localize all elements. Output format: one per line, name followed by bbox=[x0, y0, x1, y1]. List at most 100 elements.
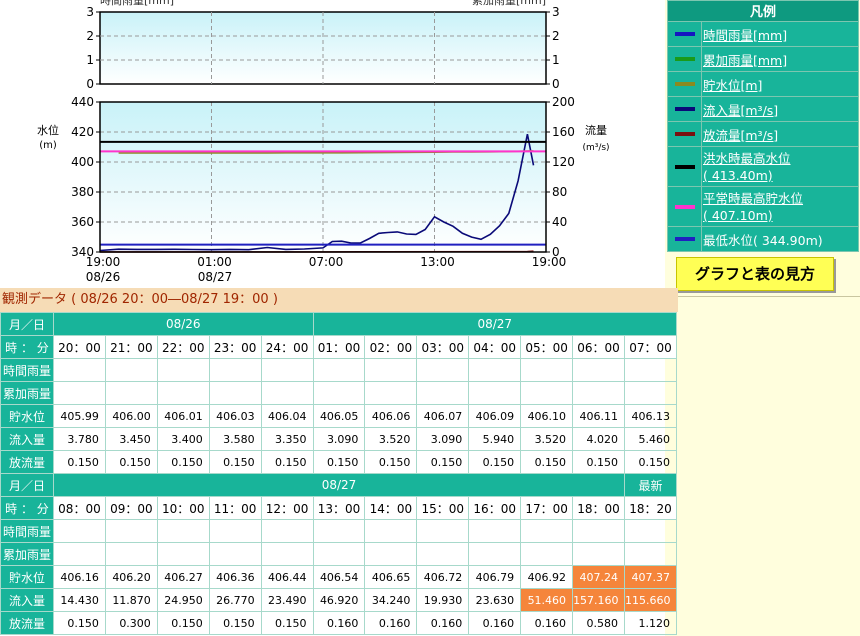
time-cell: 23：00 bbox=[208, 335, 262, 359]
hourly-rain-cell bbox=[416, 519, 470, 543]
level-cell: 406.04 bbox=[260, 404, 314, 428]
outflow-cell: 0.150 bbox=[364, 450, 418, 474]
time-cell: 02：00 bbox=[364, 335, 418, 359]
outflow-cell: 0.150 bbox=[416, 450, 470, 474]
time-cell: 13：00 bbox=[312, 496, 366, 520]
hourly-rain-cell bbox=[312, 358, 366, 382]
cumulative-rain-cell bbox=[104, 542, 158, 566]
legend-title: 凡例 bbox=[667, 0, 859, 22]
dam-graph: 32103210時間雨量[mm] 累加雨量[mm]4404204003803603… bbox=[37, 0, 610, 284]
outflow-cell: 0.160 bbox=[416, 611, 470, 635]
outflow-cell: 1.120 bbox=[623, 611, 678, 635]
date-group-cell: 08/27 bbox=[312, 312, 678, 336]
graph-guide-button[interactable]: グラフと表の見方 bbox=[676, 257, 834, 291]
legend-label-link[interactable]: 累加雨量[mm] bbox=[703, 53, 787, 68]
legend-label-text: 洪水時最高水位 bbox=[703, 150, 791, 166]
level-cell: 406.72 bbox=[416, 565, 470, 589]
legend-label-text: 流入量[m³/s] bbox=[703, 102, 779, 118]
outflow-cell: 0.150 bbox=[208, 450, 262, 474]
legend-label-cell: 洪水時最高水位( 413.40m) bbox=[701, 146, 859, 187]
legend-label-text: 平常時最高貯水位 bbox=[703, 190, 804, 206]
level-left-tick-label: 420 bbox=[71, 125, 94, 139]
outflow-cell: 0.150 bbox=[208, 611, 262, 635]
rain-right-tick-label: 3 bbox=[552, 5, 560, 19]
cumulative-rain-cell bbox=[260, 381, 314, 405]
inflow-cell: 3.520 bbox=[364, 427, 418, 451]
hourly-rain-cell bbox=[312, 519, 366, 543]
legend-label-link[interactable]: 放流量[m³/s] bbox=[703, 128, 778, 143]
legend-item: 貯水位[m] bbox=[667, 71, 859, 97]
legend-header-row: 凡例 bbox=[667, 0, 859, 22]
level-cell: 406.65 bbox=[364, 565, 418, 589]
legend-label-cell: 流入量[m³/s] bbox=[701, 96, 859, 122]
time-cell: 03：00 bbox=[416, 335, 470, 359]
cumulative-rain-cell bbox=[572, 381, 625, 405]
inflow-cell: 3.090 bbox=[416, 427, 470, 451]
hourly-rain-cell bbox=[156, 519, 210, 543]
outflow-cell: 0.150 bbox=[104, 450, 158, 474]
inflow-row: 流入量 14.430 11.870 24.950 26.770 23.490 46.920 3… bbox=[0, 588, 678, 612]
hourly-rain-cell bbox=[53, 358, 106, 382]
level-cell: 406.44 bbox=[260, 565, 314, 589]
cumulative-rain-cell bbox=[260, 542, 314, 566]
level-cell: 405.99 bbox=[53, 404, 106, 428]
hourly-rain-cell bbox=[104, 358, 158, 382]
inflow-cell: 3.090 bbox=[312, 427, 366, 451]
inflow-cell: 51.460 bbox=[520, 588, 574, 612]
cumulative-rain-cell bbox=[364, 542, 418, 566]
inflow-cell: 115.660 bbox=[623, 588, 678, 612]
level-cell: 406.79 bbox=[468, 565, 522, 589]
cumulative-rain-row: 累加雨量 bbox=[0, 381, 678, 405]
cumulative-rain-cell bbox=[53, 381, 106, 405]
level-cell: 406.03 bbox=[208, 404, 262, 428]
rain-right-tick-label: 1 bbox=[552, 53, 560, 67]
legend-label-cell: 最低水位( 344.90m) bbox=[701, 226, 859, 252]
level-cell: 406.05 bbox=[312, 404, 366, 428]
legend-label-link[interactable]: 平常時最高貯水位( 407.10m) bbox=[703, 191, 803, 223]
legend-label-text: ( 413.40m) bbox=[703, 167, 773, 183]
flow-axis-label: 流量 bbox=[585, 123, 607, 137]
cumulative-rain-cell bbox=[208, 542, 262, 566]
outflow-cell: 0.150 bbox=[156, 611, 210, 635]
hourly-rain-cell bbox=[53, 519, 106, 543]
outflow-cell: 0.150 bbox=[156, 450, 210, 474]
inflow-cell: 157.160 bbox=[572, 588, 625, 612]
cumulative-rain-cell bbox=[53, 542, 106, 566]
hourly-rain-cell bbox=[260, 358, 314, 382]
legend-label-link[interactable]: 時間雨量[mm] bbox=[703, 28, 787, 43]
cumulative-rain-cell bbox=[572, 542, 625, 566]
date-group-cell: 08/27 bbox=[53, 473, 625, 497]
level-cell: 406.09 bbox=[468, 404, 522, 428]
cumulative-rain-cell bbox=[468, 542, 522, 566]
hourly-rain-cell bbox=[104, 519, 158, 543]
level-cell: 407.37 bbox=[623, 565, 678, 589]
time-cell: 24：00 bbox=[260, 335, 314, 359]
hourly-rain-cell bbox=[416, 358, 470, 382]
inflow-cell: 24.950 bbox=[156, 588, 210, 612]
outflow-cell: 0.150 bbox=[572, 450, 625, 474]
hourly-rain-row: 時間雨量 bbox=[0, 358, 678, 382]
time-cell: 16：00 bbox=[468, 496, 522, 520]
flow-right-tick-label: 80 bbox=[552, 185, 567, 199]
level-cell: 406.36 bbox=[208, 565, 262, 589]
hourly-rain-cell bbox=[623, 519, 678, 543]
legend-label-cell: 累加雨量[mm] bbox=[701, 46, 859, 72]
legend-item: 流入量[m³/s] bbox=[667, 96, 859, 122]
panel-divider bbox=[665, 296, 860, 297]
level-axis-label: 水位 bbox=[37, 123, 59, 137]
cumulative-rain-cell bbox=[520, 381, 574, 405]
level-cell: 406.11 bbox=[572, 404, 625, 428]
time-cell: 08：00 bbox=[53, 496, 106, 520]
row-label: 放流量 bbox=[0, 611, 54, 635]
legend-swatch bbox=[675, 82, 695, 86]
legend-label-link[interactable]: 貯水位[m] bbox=[703, 78, 762, 93]
inflow-cell: 4.020 bbox=[572, 427, 625, 451]
legend-label-link[interactable]: 洪水時最高水位( 413.40m) bbox=[703, 151, 791, 183]
inflow-cell: 19.930 bbox=[416, 588, 470, 612]
outflow-cell: 0.150 bbox=[260, 611, 314, 635]
legend-item: 最低水位( 344.90m) bbox=[667, 226, 859, 252]
legend-label-link[interactable]: 流入量[m³/s] bbox=[703, 103, 778, 118]
legend-swatch-cell bbox=[667, 186, 702, 227]
cumulative-rain-row: 累加雨量 bbox=[0, 542, 678, 566]
level-cell: 406.27 bbox=[156, 565, 210, 589]
